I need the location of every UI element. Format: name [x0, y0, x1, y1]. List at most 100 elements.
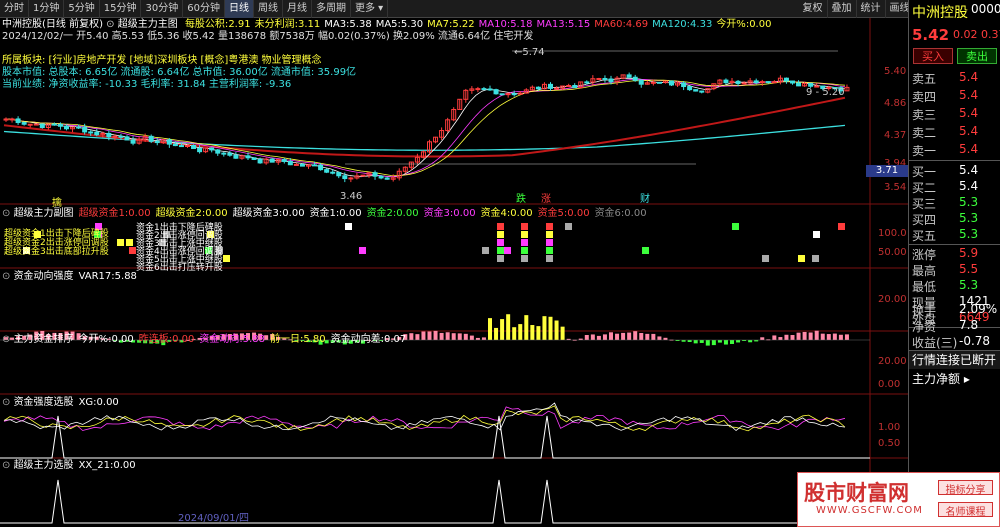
buy-button[interactable]: 买入 [913, 48, 953, 64]
main-indicator-6: MA13:5.15 [536, 19, 591, 30]
strength-bar [723, 340, 728, 345]
fund-block [565, 223, 572, 230]
strength-bar [802, 331, 807, 340]
panel-name[interactable]: 主力资金排序 [14, 334, 74, 345]
panel-scale-label: 1.00 [878, 422, 901, 433]
indicator-name[interactable]: 超级主力主图 [118, 19, 178, 30]
price-axis-label: 4.37 [884, 130, 907, 141]
fund-block [345, 223, 352, 230]
period-tab-4[interactable]: 30分钟 [141, 0, 184, 18]
period-tab-0[interactable]: 分时 [0, 0, 29, 18]
main-indicator-8: MA120:4.33 [652, 19, 713, 30]
row-label: 买一 [912, 165, 937, 179]
strength-bar [699, 340, 704, 343]
candle-body [27, 123, 33, 126]
row-value: 7.8 [959, 318, 979, 332]
row-value: 5.4 [959, 70, 979, 84]
candle-body [596, 78, 602, 81]
connection-status: 行情连接已断开 [909, 350, 1000, 369]
site-watermark: 股市财富网 WWW.GSCFW.COM 指标分享 名师课程 [797, 472, 1000, 527]
panel-value-4: 资金2:0.00 [366, 208, 419, 219]
strength-bar [814, 330, 819, 340]
chart-area[interactable]: 中洲控股(日线 前复权) ⊙ 超级主力主图 每股公积:2.91 未分利润:3.11… [0, 18, 908, 527]
period-tab-8[interactable]: 月线 [283, 0, 312, 18]
period-tab-10[interactable]: 更多 ▾ [351, 0, 389, 18]
strength-bar [705, 340, 710, 346]
main-indicator-3: MA5:5.30 [375, 19, 424, 30]
local-price-label: 9 - 5.20 [806, 87, 845, 98]
row-label: 净资 [912, 320, 937, 334]
strength-bar [500, 319, 505, 340]
tool-button-0[interactable]: 复权 [799, 0, 828, 18]
panel-name[interactable]: 超级主力副图 [14, 208, 74, 219]
fund-stack [497, 231, 504, 238]
period-tab-5[interactable]: 60分钟 [183, 0, 225, 18]
candle-body [166, 139, 172, 145]
period-tab-7[interactable]: 周线 [254, 0, 283, 18]
candle-body [548, 83, 553, 89]
strength-bar [536, 326, 541, 340]
strength-bar [518, 324, 523, 340]
fund-block [812, 255, 819, 262]
period-tab-2[interactable]: 5分钟 [64, 0, 100, 18]
main-indicator-5: MA10:5.18 [478, 19, 533, 30]
panel-name[interactable]: 超级主力选股 [14, 460, 74, 471]
candle-body [154, 140, 160, 144]
candle-body [9, 118, 15, 121]
strength-bar [736, 340, 741, 343]
candle-body [487, 88, 493, 91]
fund-block [482, 247, 489, 254]
candle-body [318, 164, 324, 171]
period-tab-6[interactable]: 日线 [224, 0, 254, 18]
candle-body [765, 81, 771, 84]
tool-button-2[interactable]: 统计 [857, 0, 886, 18]
panel-value-5: 资金3:0.00 [423, 208, 476, 219]
candle-body [638, 79, 644, 85]
strength-bar [844, 334, 849, 340]
panel-name[interactable]: 资金强度选股 [14, 397, 74, 408]
panel-menu-icon[interactable]: ⊙ [2, 334, 14, 345]
strength-bar [730, 340, 734, 344]
fund-stack [521, 231, 528, 238]
candle-body [15, 118, 21, 124]
tool-button-1[interactable]: 叠加 [828, 0, 857, 18]
strength-bar [481, 337, 486, 340]
fund-block [129, 247, 136, 254]
candle-body [687, 86, 693, 91]
panel-menu-icon[interactable]: ⊙ [2, 208, 14, 219]
period-tab-3[interactable]: 15分钟 [100, 0, 142, 18]
strength-bar [548, 316, 553, 340]
indicator-dropdown-icon[interactable]: ⊙ [106, 19, 114, 30]
ma60-line [3, 96, 846, 158]
candle-body [808, 82, 814, 87]
candle-body [608, 78, 614, 83]
strength-bar [596, 335, 601, 340]
price-pct: 0.37 [981, 28, 1000, 41]
candle-body [257, 158, 263, 164]
panel-name[interactable]: 资金动向强度 [14, 271, 74, 282]
candle-body [312, 164, 318, 167]
marker-cai: 财 [640, 194, 650, 205]
panel-menu-icon[interactable]: ⊙ [2, 397, 14, 408]
marker-die: 跌 [516, 194, 526, 205]
candle-body [330, 171, 336, 174]
candle-body [796, 82, 802, 87]
ask-row: 卖一 5.4 [909, 142, 1000, 161]
price-axis-label: 3.54 [884, 182, 907, 193]
row-value: 5.4 [959, 124, 979, 138]
sell-button[interactable]: 卖出 [957, 48, 997, 64]
candle-body [656, 81, 662, 84]
candle-body [94, 131, 100, 136]
panel-menu-icon[interactable]: ⊙ [2, 271, 14, 282]
period-tab-1[interactable]: 1分钟 [29, 0, 65, 18]
candle-body [227, 152, 233, 156]
fund-stack [521, 223, 528, 230]
candle-body [572, 85, 578, 89]
fund-block [732, 223, 739, 230]
candle-body [76, 126, 82, 129]
panel-menu-icon[interactable]: ⊙ [2, 460, 14, 471]
candle-body [88, 131, 94, 134]
candle-body [269, 158, 275, 163]
candle-body [499, 93, 505, 96]
period-tab-9[interactable]: 多周期 [312, 0, 351, 18]
